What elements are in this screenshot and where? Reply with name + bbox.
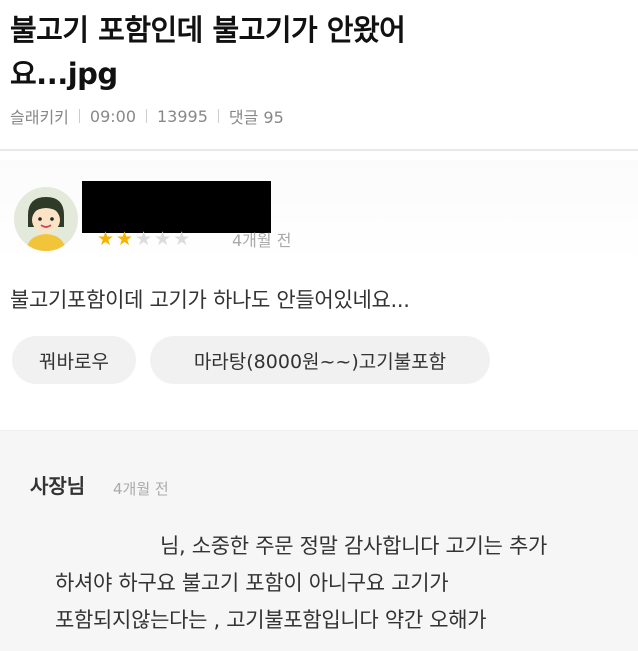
star-icon: ★ [173,228,193,250]
post-views: 13995 [157,106,208,126]
star-icon: ★ [135,228,155,250]
avatar-icon [14,187,78,251]
review-text: 불고기포함이데 고기가 하나도 안들어있네요... [10,288,410,312]
post-time: 09:00 [89,106,136,126]
redacted-username [82,181,271,233]
star-icon: ★ [154,228,174,250]
divider [0,149,638,151]
post-title-line-2: 요...jpg [10,57,118,91]
review-date: 4개월 전 [232,231,292,250]
star-icon: ★ [97,228,117,250]
meta-separator [146,109,147,123]
meta-separator [78,109,80,123]
owner-reply-line: 하셔야 하구요 불고기 포함이 아니구요 고기가 [55,571,449,595]
post-title: 불고기 포함인데 불고기가 안왔어 요...jpg [10,8,570,96]
post-meta: 슬래키키 09:00 13995 댓글 95 [10,104,284,128]
owner-reply-date: 4개월 전 [113,480,169,498]
post-author[interactable]: 슬래키키 [10,104,69,128]
post-title-line-1: 불고기 포함인데 불고기가 안왔어 [10,13,406,47]
owner-label: 사장님 [30,474,86,498]
meta-separator [217,109,219,123]
post-comment-count[interactable]: 댓글 95 [229,104,284,128]
reviewer-avatar[interactable] [14,187,78,251]
owner-reply-line: 님, 소중한 주문 정말 감사합니다 고기는 추가 [160,534,547,558]
menu-tag[interactable]: 마라탕(8000원~~)고기불포함 [150,336,490,384]
owner-reply-line: 포함되지않는다는 , 고기불포함입니다 약간 오해가 [55,608,487,632]
menu-tag[interactable]: 꿔바로우 [12,336,136,384]
rating-stars: ★★★★★ [97,228,192,250]
star-icon: ★ [116,228,136,250]
